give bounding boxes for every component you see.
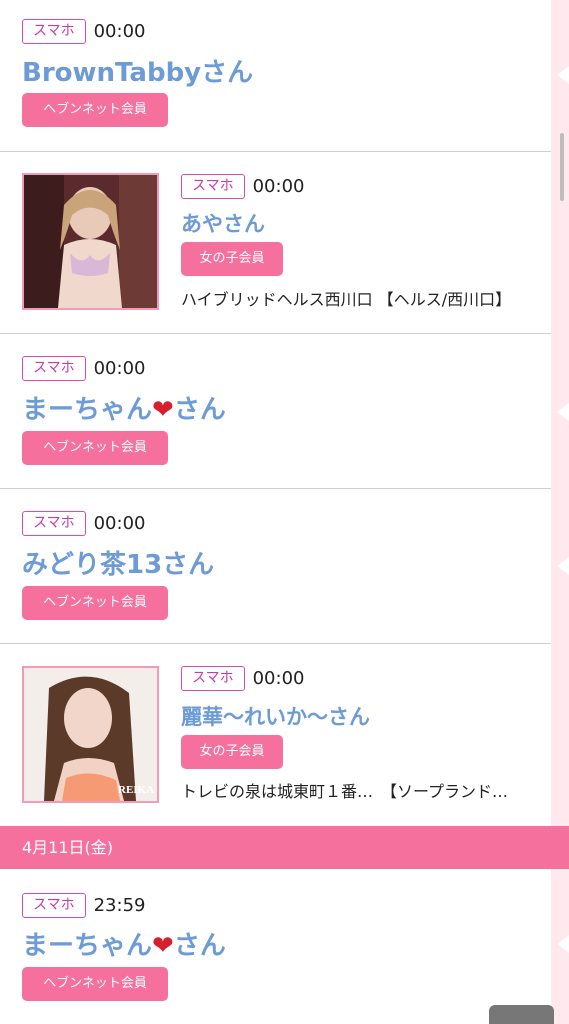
shop-name[interactable]: ハイブリッドヘルス西川口 【ヘルス/西川口】 (181, 286, 511, 310)
member-badge[interactable]: ヘブンネット会員 (22, 967, 168, 1001)
entry-meta: スマホ 00:00 (22, 355, 145, 381)
visitor-name[interactable]: あやさん (181, 208, 265, 238)
visit-time: 00:00 (252, 175, 305, 197)
back-to-top-icon[interactable] (489, 1005, 554, 1024)
visit-time: 00:00 (93, 512, 146, 534)
entry-meta: スマホ 23:59 (22, 892, 145, 918)
member-badge[interactable]: 女の子会員 (181, 242, 283, 276)
chevron-left-icon[interactable] (557, 66, 569, 84)
date-header: 4月11日(金) (0, 826, 569, 869)
heart-icon: ❤ (152, 931, 174, 961)
visitor-photo[interactable] (22, 173, 159, 310)
entry-meta: スマホ 00:00 (181, 665, 304, 691)
device-tag: スマホ (181, 173, 245, 199)
member-badge[interactable]: ヘブンネット会員 (22, 431, 168, 465)
member-badge[interactable]: 女の子会員 (181, 735, 283, 769)
visit-time: 00:00 (93, 357, 146, 379)
chevron-left-icon[interactable] (557, 403, 569, 421)
chevron-left-icon[interactable] (557, 557, 569, 575)
visitor-name[interactable]: まーちゃん❤さん (22, 925, 226, 962)
visitor-name[interactable]: みどり茶13さん (22, 544, 214, 581)
visit-time: 00:00 (93, 20, 146, 42)
photo-watermark: REIKA (118, 784, 155, 796)
feed-entry[interactable]: スマホ 00:00 みどり茶13さん ヘブンネット会員 (0, 489, 551, 644)
device-tag: スマホ (22, 355, 86, 381)
visitor-name[interactable]: 麗華〜れいか〜さん (181, 701, 370, 731)
visitor-name-text: まーちゃん (22, 395, 153, 425)
visitor-feed: スマホ 00:00 BrownTabbyさん ヘブンネット会員 スマホ 00:0… (0, 0, 551, 1024)
heart-icon: ❤ (152, 395, 174, 425)
member-badge[interactable]: ヘブンネット会員 (22, 586, 168, 620)
feed-entry[interactable]: スマホ 23:59 まーちゃん❤さん ヘブンネット会員 (0, 869, 551, 1024)
device-tag: スマホ (22, 510, 86, 536)
feed-entry[interactable]: スマホ 00:00 あやさん 女の子会員 ハイブリッドヘルス西川口 【ヘルス/西… (0, 152, 551, 334)
scrollbar[interactable] (560, 133, 564, 201)
visitor-name-suffix: さん (173, 931, 226, 961)
entry-meta: スマホ 00:00 (22, 510, 145, 536)
entry-meta: スマホ 00:00 (22, 18, 145, 44)
entry-meta: スマホ 00:00 (181, 173, 304, 199)
feed-entry[interactable]: スマホ 00:00 まーちゃん❤さん ヘブンネット会員 (0, 334, 551, 489)
visitor-photo[interactable]: REIKA (22, 666, 159, 803)
visitor-name[interactable]: まーちゃん❤さん (22, 389, 226, 426)
visit-time: 23:59 (93, 894, 146, 916)
feed-entry[interactable]: REIKA スマホ 00:00 麗華〜れいか〜さん 女の子会員 トレビの泉は城東… (0, 644, 551, 826)
device-tag: スマホ (181, 665, 245, 691)
device-tag: スマホ (22, 892, 86, 918)
member-badge[interactable]: ヘブンネット会員 (22, 93, 168, 127)
visitor-name[interactable]: BrownTabbyさん (22, 52, 253, 89)
shop-name[interactable]: トレビの泉は城東町１番… 【ソープランド… (181, 778, 508, 802)
visit-time: 00:00 (252, 667, 305, 689)
feed-entry[interactable]: スマホ 00:00 BrownTabbyさん ヘブンネット会員 (0, 0, 551, 152)
visitor-name-suffix: さん (173, 395, 226, 425)
device-tag: スマホ (22, 18, 86, 44)
visitor-name-text: まーちゃん (22, 931, 153, 961)
chevron-left-icon[interactable] (557, 935, 569, 953)
